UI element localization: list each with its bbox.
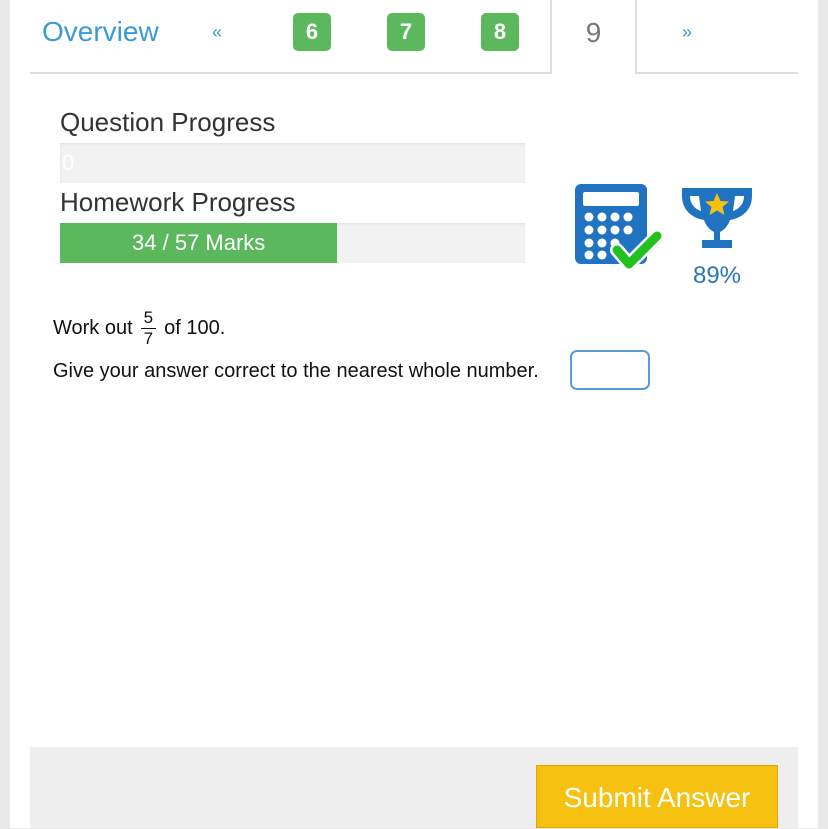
fraction-denominator: 7 — [143, 328, 154, 348]
fraction: 5 7 — [140, 308, 157, 348]
tab-question-8[interactable]: 8 — [481, 13, 519, 51]
question-instruction: Give your answer correct to the nearest … — [53, 360, 539, 382]
question-progress-value: 0 — [62, 150, 75, 175]
homework-progress-fill: 34 / 57 Marks — [60, 223, 338, 263]
trophy-star-icon[interactable] — [678, 180, 756, 252]
tab-question-7[interactable]: 7 — [387, 13, 425, 51]
tab-question-6[interactable]: 6 — [293, 13, 331, 51]
question-progress-label: Question Progress — [60, 107, 276, 137]
calculator-check-icon[interactable] — [573, 182, 673, 274]
question-prefix: Work out — [53, 316, 133, 339]
fraction-numerator: 5 — [140, 308, 157, 329]
submit-answer-button[interactable]: Submit Answer — [536, 765, 778, 828]
homework-card: Overview « 6 7 8 9 » Question Progress 0… — [10, 0, 818, 828]
footer-bar: Submit Answer — [30, 747, 798, 828]
question-suffix: of 100. — [164, 316, 226, 339]
question-progress-bar: 0 — [60, 143, 525, 183]
tab-overview[interactable]: Overview — [42, 14, 159, 50]
homework-progress-bar: 34 / 57 Marks — [60, 223, 525, 263]
tab-previous-arrow[interactable]: « — [212, 18, 222, 46]
question-text: Work out 5 7 of 100. — [53, 305, 225, 351]
score-percentage: 89% — [692, 262, 742, 289]
question-tab-bar: Overview « 6 7 8 9 » — [30, 0, 798, 74]
homework-progress-label: Homework Progress — [60, 187, 296, 217]
tab-next-arrow[interactable]: » — [682, 18, 692, 46]
answer-input[interactable] — [570, 350, 650, 390]
tab-question-9-active[interactable]: 9 — [550, 0, 637, 74]
